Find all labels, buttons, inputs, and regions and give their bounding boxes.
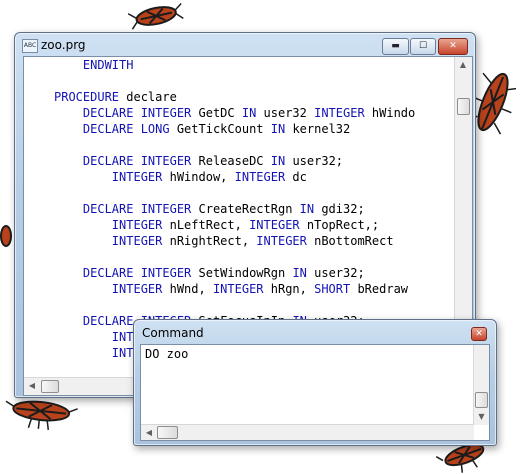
code-keyword: DECLARE INTEGER xyxy=(82,106,192,120)
command-vertical-scrollbar[interactable]: ▼ xyxy=(473,345,489,425)
code-line[interactable]: INTEGER nRightRect, INTEGER nBottomRect xyxy=(54,233,415,249)
command-title: Command xyxy=(142,326,204,340)
text-file-icon: ABC xyxy=(22,39,38,53)
code-token: nRightRect, xyxy=(162,234,257,248)
code-keyword: IN xyxy=(241,106,257,120)
command-text[interactable]: DO zoo xyxy=(145,346,188,362)
code-keyword: IN xyxy=(292,266,307,280)
code-token: nLeftRect, xyxy=(162,218,250,232)
code-token: nBottomRect xyxy=(306,234,394,248)
code-line[interactable]: INTEGER hWnd, INTEGER hRgn, SHORT bRedra… xyxy=(54,281,415,297)
code-token: GetTickCount xyxy=(169,122,271,136)
code-line[interactable] xyxy=(54,297,415,313)
code-token: user32 xyxy=(256,106,315,120)
horizontal-scroll-thumb[interactable] xyxy=(41,380,59,393)
code-keyword: INTEGER xyxy=(314,106,365,120)
code-line[interactable] xyxy=(54,185,415,201)
maximize-button[interactable]: ☐ xyxy=(410,38,436,55)
code-line[interactable]: ENDWITH xyxy=(54,57,415,73)
code-line[interactable]: DECLARE LONG GetTickCount IN kernel32 xyxy=(54,121,415,137)
code-token: user32; xyxy=(285,154,344,168)
code-keyword: SHORT xyxy=(314,282,351,296)
code-line[interactable] xyxy=(54,73,415,89)
code-keyword: IN xyxy=(270,122,286,136)
editor-title: zoo.prg xyxy=(41,38,86,52)
code-token: SetWindowRgn xyxy=(191,266,293,280)
command-titlebar[interactable]: Command ✕ xyxy=(134,320,496,342)
firebug-sprite-top xyxy=(128,3,184,30)
code-keyword: DECLARE INTEGER xyxy=(82,266,192,280)
code-token: dc xyxy=(285,170,307,184)
close-button[interactable]: ✕ xyxy=(438,38,468,55)
code-keyword: INTEGER xyxy=(111,234,163,248)
code-line[interactable]: DECLARE INTEGER SetWindowRgn IN user32; xyxy=(54,265,415,281)
code-keyword: INTEGER xyxy=(111,170,163,184)
editor-titlebar[interactable]: ABC zoo.prg ▬ ☐ ✕ xyxy=(15,33,475,57)
code-keyword: INTEGER xyxy=(249,218,300,232)
code-token: bRedraw xyxy=(350,282,409,296)
command-hscroll-thumb[interactable] xyxy=(157,426,178,439)
code-token: hWnd, xyxy=(162,282,213,296)
command-scroll-down-arrow-icon[interactable]: ▼ xyxy=(474,409,489,425)
code-keyword: IN xyxy=(299,202,315,216)
command-close-button[interactable]: ✕ xyxy=(471,327,487,341)
firebug-sprite-edge xyxy=(0,225,12,247)
code-line[interactable]: PROCEDURE declare xyxy=(54,89,415,105)
code-token: hRgn, xyxy=(263,282,315,296)
command-input-area[interactable]: DO zoo ▼ ◀ xyxy=(140,344,490,441)
scroll-left-arrow-icon[interactable]: ◀ xyxy=(24,378,40,394)
code-token: nTopRect,; xyxy=(299,218,380,232)
command-window[interactable]: Command ✕ DO zoo ▼ ◀ xyxy=(133,319,497,446)
code-token: declare xyxy=(119,90,177,104)
code-keyword: INTEGER xyxy=(234,170,286,184)
command-vscroll-thumb[interactable] xyxy=(475,392,488,408)
code-keyword: INTEGER xyxy=(256,234,307,248)
code-line[interactable]: INTEGER nLeftRect, INTEGER nTopRect,; xyxy=(54,217,415,233)
minimize-button[interactable]: ▬ xyxy=(382,38,409,55)
code-token: ReleaseDC xyxy=(191,154,271,168)
code-keyword: DECLARE INTEGER xyxy=(82,202,192,216)
code-token: kernel32 xyxy=(285,122,351,136)
code-token: CreateRectRgn xyxy=(191,202,300,216)
code-line[interactable]: DECLARE INTEGER CreateRectRgn IN gdi32; xyxy=(54,201,415,217)
code-keyword: ENDWITH xyxy=(82,58,134,72)
code-line[interactable] xyxy=(54,137,415,153)
code-line[interactable]: DECLARE INTEGER ReleaseDC IN user32; xyxy=(54,153,415,169)
code-keyword: IN xyxy=(270,154,286,168)
code-keyword: PROCEDURE xyxy=(54,90,120,104)
code-keyword: DECLARE LONG xyxy=(82,122,170,136)
code-token: user32; xyxy=(306,266,365,280)
code-keyword: INTEGER xyxy=(111,218,163,232)
code-line[interactable]: DECLARE INTEGER GetDC IN user32 INTEGER … xyxy=(54,105,415,121)
code-token: hWindo xyxy=(364,106,416,120)
code-keyword: INTEGER xyxy=(111,282,163,296)
vertical-scroll-thumb[interactable] xyxy=(457,98,470,115)
code-content[interactable]: ENDWITH PROCEDURE declare DECLARE INTEGE… xyxy=(54,57,415,361)
code-token: hWindow, xyxy=(162,170,235,184)
code-token: gdi32; xyxy=(314,202,365,216)
code-token: GetDC xyxy=(191,106,242,120)
code-line[interactable] xyxy=(54,249,415,265)
code-line[interactable]: INTEGER hWindow, INTEGER dc xyxy=(54,169,415,185)
code-keyword: INTEGER xyxy=(212,282,264,296)
scroll-up-arrow-icon[interactable]: ▲ xyxy=(455,57,471,73)
command-horizontal-scrollbar[interactable]: ◀ xyxy=(141,424,474,440)
code-keyword: DECLARE INTEGER xyxy=(82,154,192,168)
firebug-sprite-right xyxy=(470,72,516,135)
firebug-sprite-left xyxy=(5,400,78,430)
command-scroll-left-arrow-icon[interactable]: ◀ xyxy=(141,425,157,440)
